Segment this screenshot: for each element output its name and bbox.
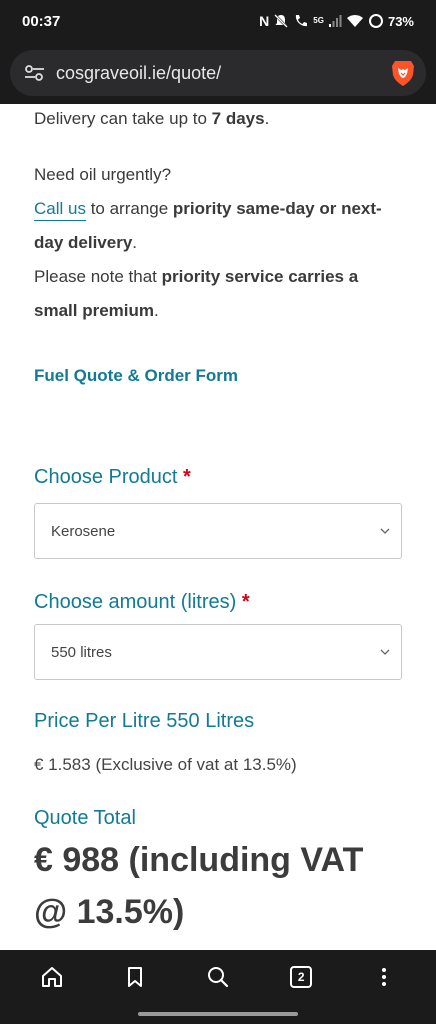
network-type: 5G: [313, 16, 324, 25]
product-select-value: Kerosene: [51, 522, 116, 540]
page-content: Delivery can take up to 7 days. Need oil…: [0, 104, 436, 950]
choose-amount-label: Choose amount (litres) *: [34, 591, 250, 613]
status-bar: 00:37 N 5G 73%: [0, 0, 436, 42]
status-icons: N 5G 73%: [259, 13, 414, 29]
chevron-down-icon: [380, 649, 390, 655]
delivery-note: Delivery can take up to 7 days.: [34, 109, 270, 128]
browser-toolbar: cosgraveoil.ie/quote/: [0, 42, 436, 104]
quote-total-value: € 988 (including VAT @ 13.5%): [34, 841, 364, 931]
product-select[interactable]: Kerosene: [34, 503, 402, 559]
tab-count: 2: [297, 970, 305, 984]
choose-product-label: Choose Product *: [34, 466, 191, 488]
status-time: 00:37: [22, 12, 61, 30]
signal-icon: [328, 15, 342, 27]
tabs-button[interactable]: 2: [281, 957, 321, 997]
price-per-litre-value: € 1.583 (Exclusive of vat at 13.5%): [34, 755, 297, 774]
nfc-icon: N: [259, 13, 270, 29]
battery-icon: [368, 14, 383, 28]
amount-select-value: 550 litres: [51, 643, 112, 661]
wifi-call-icon: [296, 15, 308, 27]
battery-level: 73%: [387, 13, 414, 29]
home-icon: [41, 967, 62, 987]
quote-total-label: Quote Total: [34, 807, 136, 829]
browser-bottom-bar: 2: [0, 950, 436, 1024]
form-title: Fuel Quote & Order Form: [34, 366, 239, 385]
premium-note: Please note that priority service carrie…: [34, 267, 359, 320]
call-us-link[interactable]: Call us: [34, 199, 86, 218]
gesture-bar[interactable]: [138, 1012, 298, 1016]
required-marker: *: [241, 591, 250, 613]
delivery-days: 7 days: [211, 109, 265, 128]
site-settings-icon[interactable]: [22, 63, 48, 83]
address-bar[interactable]: cosgraveoil.ie/quote/: [10, 50, 426, 96]
home-button[interactable]: [32, 957, 72, 997]
urgent-question: Need oil urgently?: [34, 165, 172, 184]
amount-select[interactable]: 550 litres: [34, 624, 402, 680]
price-per-litre-label: Price Per Litre 550 Litres: [34, 710, 255, 732]
bookmarks-button[interactable]: [115, 957, 155, 997]
tabs-icon: 2: [289, 965, 313, 989]
menu-button[interactable]: [364, 957, 404, 997]
bookmark-icon: [127, 967, 142, 987]
more-icon: [382, 968, 387, 986]
url-text[interactable]: cosgraveoil.ie/quote/: [56, 63, 390, 84]
mute-icon: [274, 14, 289, 28]
priority-info: Call us to arrange priority same-day or …: [34, 199, 382, 252]
search-button[interactable]: [198, 957, 238, 997]
chevron-down-icon: [380, 528, 390, 534]
brave-lion-icon[interactable]: [390, 59, 416, 87]
required-marker: *: [182, 466, 191, 488]
search-icon: [207, 967, 229, 988]
wifi-icon: [346, 15, 363, 27]
